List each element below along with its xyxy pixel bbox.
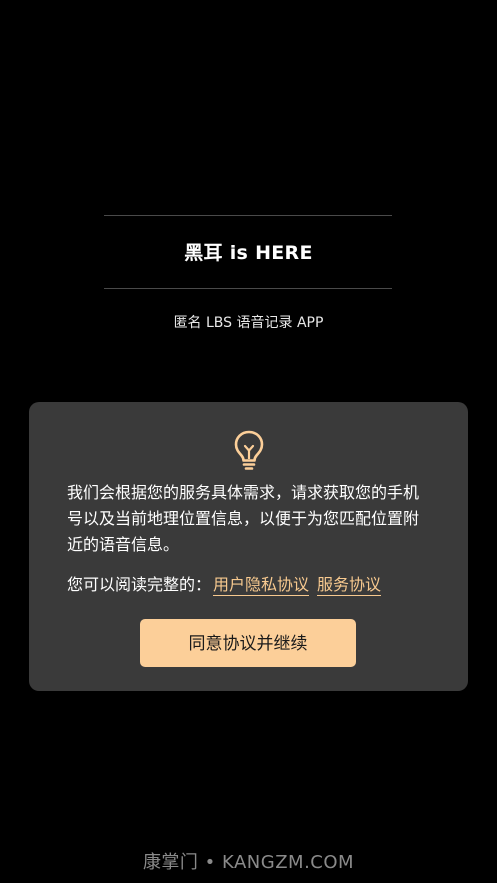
title-divider-top (104, 215, 392, 216)
agreement-links-row: 您可以阅读完整的： 用户隐私协议 服务协议 (67, 572, 437, 598)
permission-message: 我们会根据您的服务具体需求，请求获取您的手机号以及当前地理位置信息，以便于为您匹… (67, 483, 420, 554)
app-subtitle: 匿名 LBS 语音记录 APP (173, 315, 324, 331)
title-divider-bottom (104, 288, 392, 289)
permission-dialog: 我们会根据您的服务具体需求，请求获取您的手机号以及当前地理位置信息，以便于为您匹… (29, 402, 468, 691)
service-agreement-link[interactable]: 服务协议 (317, 575, 382, 596)
agree-continue-button[interactable]: 同意协议并继续 (140, 619, 356, 667)
lightbulb-icon (234, 430, 264, 470)
watermark: 康掌门 • KANGZM.COM (142, 852, 355, 873)
privacy-policy-link[interactable]: 用户隐私协议 (213, 575, 310, 596)
links-prefix: 您可以阅读完整的： (67, 575, 212, 594)
app-title: 黑耳 is HERE (184, 242, 313, 264)
